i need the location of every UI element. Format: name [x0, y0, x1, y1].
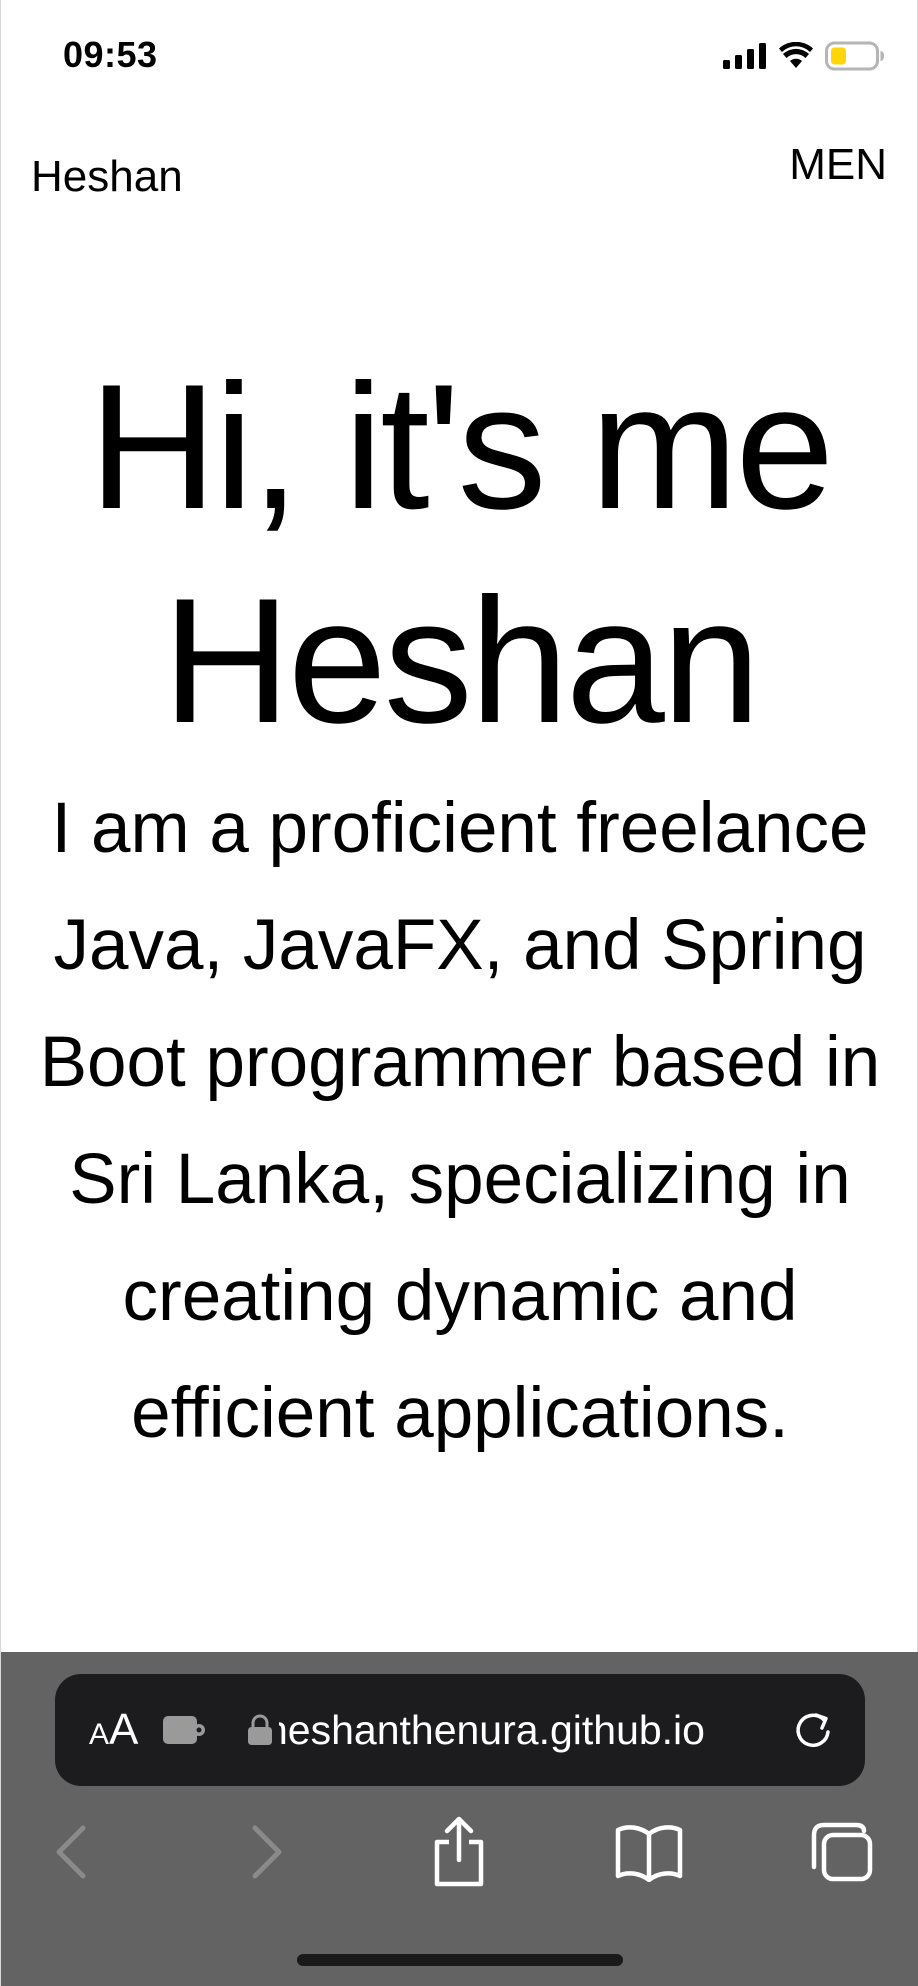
reader-text-size-button[interactable]: AA [89, 1705, 149, 1755]
home-indicator [297, 1954, 623, 1966]
address-bar[interactable]: AA heshanthenura.github.io [55, 1674, 865, 1786]
lock-icon [248, 1714, 272, 1745]
extension-icon[interactable] [161, 1713, 209, 1747]
back-button[interactable] [31, 1812, 111, 1892]
hero-title: Hi, it's me Heshan [1, 340, 918, 768]
page: 09:53 Heshan MEN Hi, it's me Heshan I am… [0, 0, 918, 1986]
hero-title-line2: Heshan [162, 561, 761, 760]
browser-toolbar: AA heshanthenura.github.io [1, 1652, 918, 1986]
url-text[interactable]: heshanthenura.github.io [279, 1707, 763, 1754]
status-icons [723, 40, 885, 72]
forward-icon [252, 1825, 282, 1879]
status-time: 09:53 [63, 34, 158, 75]
browser-nav-row [1, 1812, 918, 1902]
site-brand-link[interactable]: Heshan [31, 152, 183, 202]
forward-button[interactable] [227, 1812, 307, 1892]
hero-description: I am a proficient freelance Java, JavaFX… [39, 789, 881, 1453]
aa-small-letter: A [89, 1718, 110, 1751]
aa-big-letter: A [109, 1705, 139, 1754]
site-header: Heshan MEN [1, 140, 918, 220]
tabs-icon [811, 1822, 873, 1882]
share-button[interactable] [419, 1812, 499, 1892]
reload-icon[interactable] [791, 1708, 835, 1752]
back-icon [56, 1825, 86, 1879]
share-icon [434, 1816, 484, 1887]
status-bar: 09:53 [1, 0, 918, 110]
wifi-icon [779, 42, 813, 68]
bookmarks-icon [615, 1825, 683, 1882]
battery-low-icon [825, 41, 884, 71]
menu-button[interactable]: MEN [789, 140, 887, 190]
cellular-signal-icon [723, 43, 766, 69]
bookmarks-button[interactable] [609, 1812, 689, 1892]
hero-title-line1: Hi, it's me [88, 347, 835, 546]
tabs-button[interactable] [801, 1812, 881, 1892]
